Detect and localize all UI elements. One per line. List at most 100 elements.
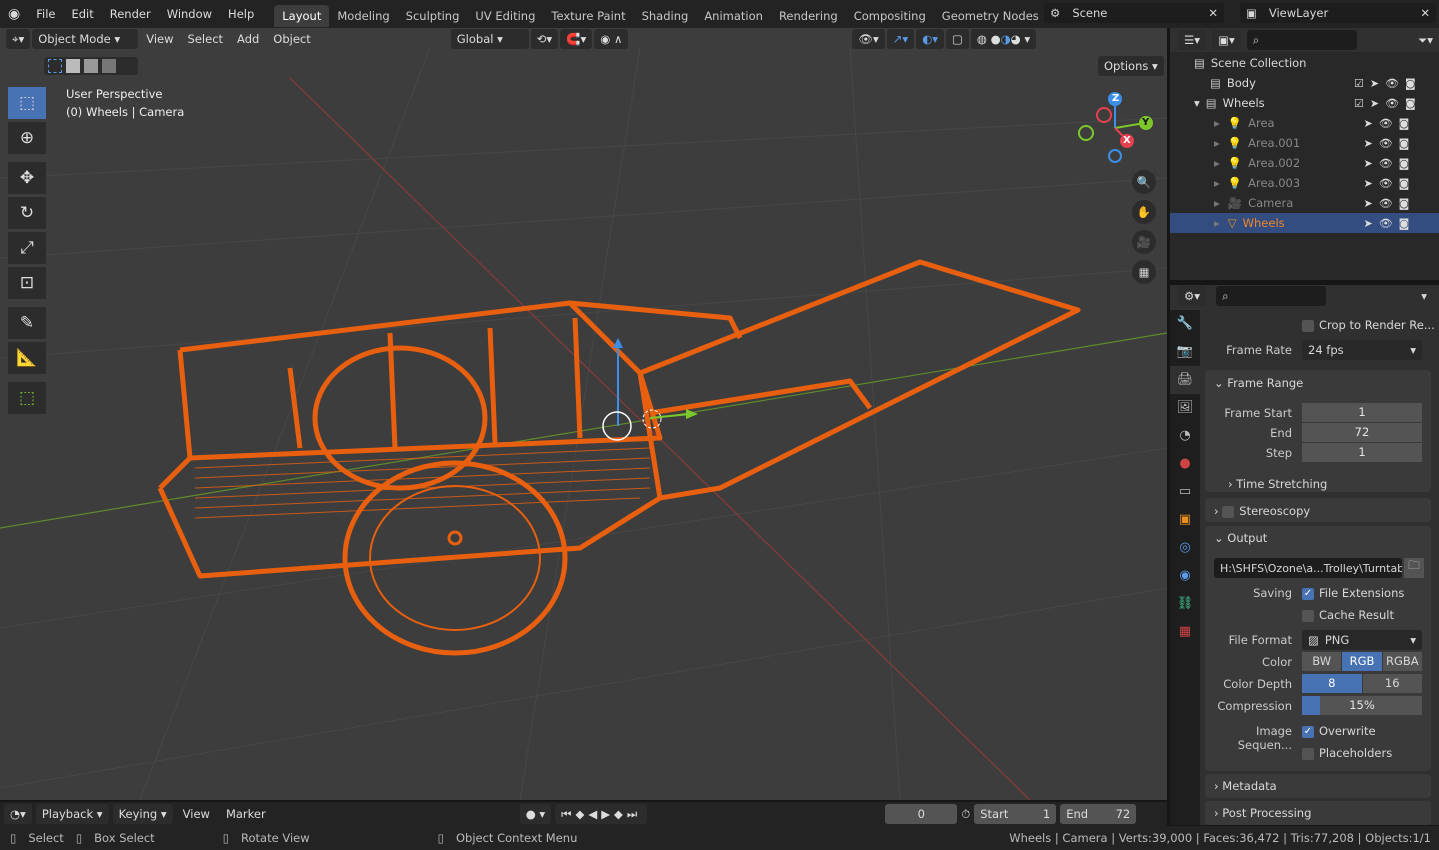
tab-modeling[interactable]: Modeling: [329, 5, 397, 27]
proportional-edit-icon[interactable]: ◉ ∧: [594, 29, 629, 49]
perspective-toggle-icon[interactable]: ▦: [1132, 260, 1156, 284]
visibility-toggles[interactable]: ☑➤👁◙: [1354, 97, 1422, 110]
expand-arrow-icon[interactable]: ▸: [1214, 156, 1220, 170]
outliner-item-wheels[interactable]: ▾ ▤ Wheels ☑➤👁◙: [1170, 93, 1439, 113]
outliner-item-area-002[interactable]: ▸ 💡 Area.002 ➤👁◙: [1170, 153, 1439, 173]
select-mode-buttons[interactable]: [44, 57, 138, 75]
pivot-icon[interactable]: ⟲▾: [530, 29, 559, 49]
editor-type-button[interactable]: ⌖▾: [6, 29, 31, 49]
tab-layout[interactable]: Layout: [274, 4, 330, 27]
mode-dropdown[interactable]: Object Mode ▾: [32, 29, 139, 49]
menu-window[interactable]: Window: [159, 7, 220, 21]
compression-slider[interactable]: 15%: [1302, 696, 1422, 715]
properties-editor-type-icon[interactable]: ⚙▾: [1178, 286, 1207, 306]
select-subtract-icon[interactable]: [84, 59, 98, 73]
depth-8-button[interactable]: 8: [1302, 674, 1362, 693]
post-processing-header[interactable]: › Post Processing: [1214, 806, 1311, 820]
color-rgb-button[interactable]: RGB: [1342, 652, 1382, 671]
outliner-item-area-003[interactable]: ▸ 💡 Area.003 ➤👁◙: [1170, 173, 1439, 193]
frame-end-field[interactable]: 72: [1302, 423, 1422, 442]
overlay-toggle-icon[interactable]: ◐▾: [916, 29, 944, 49]
options-dropdown[interactable]: Options ▾: [1098, 56, 1164, 76]
annotate-tool-icon[interactable]: ✎: [8, 307, 46, 339]
shading-modes[interactable]: ◍ ● ◑ ◕ ▾: [970, 29, 1037, 49]
end-frame-field[interactable]: End 72: [1060, 804, 1137, 824]
properties-search-input[interactable]: ⌕: [1216, 286, 1327, 306]
start-frame-field[interactable]: Start 1: [974, 804, 1057, 824]
menu-keying[interactable]: Keying ▾: [112, 804, 173, 824]
view-layer-tab-icon[interactable]: 🖼: [1170, 394, 1200, 422]
3d-viewport[interactable]: [0, 28, 1167, 800]
output-header[interactable]: ⌄ Output: [1214, 531, 1267, 545]
auto-keying-icon[interactable]: ● ▾: [519, 804, 552, 824]
rotate-tool-icon[interactable]: ↻: [8, 197, 46, 229]
visibility-toggles[interactable]: ➤👁◙: [1354, 177, 1415, 190]
menu-marker[interactable]: Marker: [220, 804, 272, 824]
depth-16-button[interactable]: 16: [1362, 674, 1422, 693]
crop-checkbox[interactable]: Crop to Render Re...: [1302, 318, 1435, 332]
output-path-input[interactable]: H:\SHFS\Ozone\a...Trolley\Turntable\: [1214, 558, 1402, 578]
constraints-tab-icon[interactable]: ⛓: [1170, 590, 1200, 618]
filter-icon[interactable]: ⏷▾: [1418, 33, 1439, 48]
frame-range-header[interactable]: ⌄ Frame Range: [1214, 376, 1303, 390]
visibility-toggles[interactable]: ➤👁◙: [1354, 197, 1415, 210]
xray-icon[interactable]: ▢: [946, 29, 969, 49]
visibility-toggles[interactable]: ☑➤👁◙: [1354, 77, 1422, 90]
placeholders-checkbox[interactable]: Placeholders: [1302, 746, 1392, 760]
pan-hand-icon[interactable]: ✋: [1132, 200, 1156, 224]
close-icon[interactable]: ✕: [1420, 6, 1430, 20]
color-bw-button[interactable]: BW: [1302, 652, 1342, 671]
expand-arrow-icon[interactable]: ▸: [1214, 196, 1220, 210]
options-chevron-icon[interactable]: ▾: [1421, 289, 1439, 303]
add-cube-tool-icon[interactable]: ⬚: [8, 382, 46, 414]
menu-playback[interactable]: Playback ▾: [35, 804, 109, 824]
display-mode-icon[interactable]: ▣▾: [1212, 30, 1241, 50]
orientation-dropdown[interactable]: Global ▾: [450, 29, 529, 49]
tab-animation[interactable]: Animation: [696, 5, 771, 27]
file-format-dropdown[interactable]: ▨ PNG ▾: [1302, 630, 1422, 650]
cache-result-checkbox[interactable]: Cache Result: [1302, 608, 1394, 622]
preview-range-icon[interactable]: ⏱: [961, 807, 970, 822]
tab-rendering[interactable]: Rendering: [771, 5, 846, 27]
select-new-icon[interactable]: [48, 59, 62, 73]
tab-sculpting[interactable]: Sculpting: [398, 5, 468, 27]
blender-logo-icon[interactable]: ◉: [0, 6, 28, 22]
physics-tab-icon[interactable]: ◉: [1170, 562, 1200, 590]
modifier-tab-icon[interactable]: ◎: [1170, 534, 1200, 562]
folder-icon[interactable]: 🗀: [1404, 558, 1424, 578]
menu-view[interactable]: View: [140, 29, 179, 49]
render-tab-icon[interactable]: 📷: [1170, 338, 1200, 366]
tab-shading[interactable]: Shading: [634, 5, 697, 27]
frame-step-field[interactable]: 1: [1302, 443, 1422, 462]
camera-view-icon[interactable]: 🎥: [1132, 230, 1156, 254]
tab-compositing[interactable]: Compositing: [846, 5, 934, 27]
expand-arrow-icon[interactable]: ▸: [1214, 136, 1220, 150]
tab-geometry-nodes[interactable]: Geometry Nodes: [934, 5, 1047, 27]
tool-tab-icon[interactable]: 🔧: [1170, 310, 1200, 338]
output-tab-icon[interactable]: 🖨: [1170, 366, 1200, 394]
expand-arrow-icon[interactable]: ▸: [1214, 216, 1220, 230]
outliner-search-input[interactable]: ⌕: [1246, 30, 1357, 50]
gizmo-toggle-icon[interactable]: ↗▾: [886, 29, 915, 49]
menu-edit[interactable]: Edit: [63, 7, 101, 21]
overwrite-checkbox[interactable]: ✓ Overwrite: [1302, 724, 1376, 738]
world-tab-icon[interactable]: ●: [1170, 450, 1200, 478]
playback-controls[interactable]: ⏮◆◀▶◆⏭: [555, 804, 648, 824]
visibility-toggles[interactable]: ➤👁◙: [1354, 157, 1415, 170]
menu-object[interactable]: Object: [267, 29, 316, 49]
metadata-header[interactable]: › Metadata: [1214, 779, 1277, 793]
frame-start-field[interactable]: 1: [1302, 403, 1422, 422]
view-layer-selector[interactable]: ▣ ViewLayer ✕: [1240, 3, 1436, 23]
outliner-item-body[interactable]: ▤ Body ☑➤👁◙: [1170, 73, 1439, 93]
close-icon[interactable]: ✕: [1208, 6, 1218, 20]
select-intersect-icon[interactable]: [102, 59, 116, 73]
menu-help[interactable]: Help: [220, 7, 262, 21]
expand-arrow-icon[interactable]: ▸: [1214, 176, 1220, 190]
visibility-toggles[interactable]: ➤👁◙: [1354, 217, 1415, 230]
outliner-item-camera[interactable]: ▸ 🎥 Camera ➤👁◙: [1170, 193, 1439, 213]
expand-arrow-icon[interactable]: ▸: [1214, 116, 1220, 130]
scene-tab-icon[interactable]: ◔: [1170, 422, 1200, 450]
snap-icon[interactable]: 🧲▾: [560, 29, 593, 49]
collection-tab-icon[interactable]: ▭: [1170, 478, 1200, 506]
file-extensions-checkbox[interactable]: ✓ File Extensions: [1302, 586, 1404, 600]
